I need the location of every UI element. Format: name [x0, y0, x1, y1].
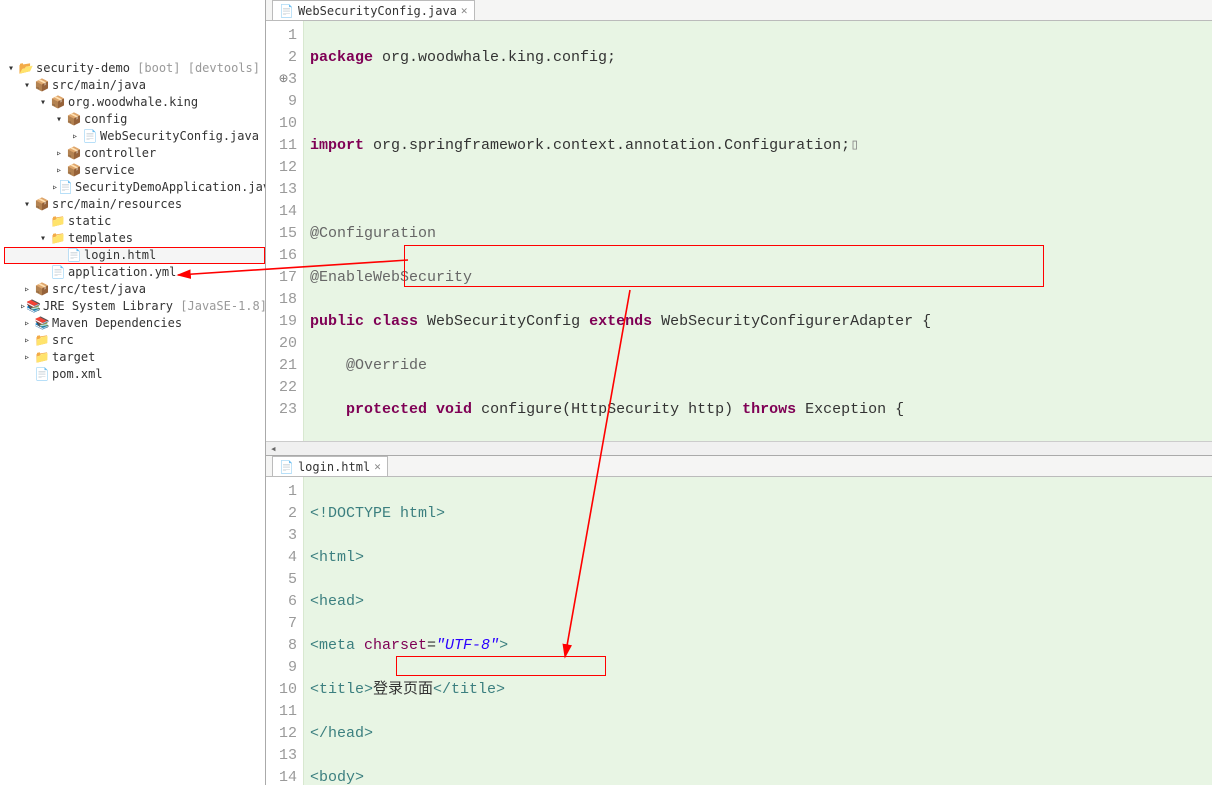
tree-controller-package[interactable]: ▹📦controller [4, 145, 265, 162]
tree-jre-library[interactable]: ▹📚 JRE System Library [JavaSE-1.8] [4, 298, 265, 315]
close-icon[interactable]: ✕ [374, 460, 381, 473]
editor-area: 📄 WebSecurityConfig.java ✕ 1 2 ⊕3 9 10 1… [265, 0, 1212, 785]
tree-templates-folder[interactable]: ▾📁templates [4, 230, 265, 247]
tab-websecurityconfig[interactable]: 📄 WebSecurityConfig.java ✕ [272, 0, 475, 20]
tabbar-bottom: 📄 login.html ✕ [266, 456, 1212, 477]
tab-label: login.html [298, 460, 370, 474]
tree-project-root[interactable]: ▾📂 security-demo [boot] [devtools] [4, 60, 265, 77]
html-file-icon: 📄 [279, 460, 294, 474]
code-java[interactable]: package org.woodwhale.king.config; impor… [304, 21, 1212, 441]
tree-base-package[interactable]: ▾📦org.woodwhale.king [4, 94, 265, 111]
close-icon[interactable]: ✕ [461, 4, 468, 17]
java-file-icon: 📄 [279, 4, 294, 18]
tree-pom-xml[interactable]: 📄pom.xml [4, 366, 265, 383]
tab-login-html[interactable]: 📄 login.html ✕ [272, 456, 388, 476]
tree-maven-deps[interactable]: ▹📚Maven Dependencies [4, 315, 265, 332]
tree-securitydemoapp[interactable]: ▹📄SecurityDemoApplication.java [4, 179, 265, 196]
tree-static-folder[interactable]: 📁static [4, 213, 265, 230]
tree-target-folder[interactable]: ▹📁target [4, 349, 265, 366]
tree-src-folder[interactable]: ▹📁src [4, 332, 265, 349]
editor-html[interactable]: 1 2 3 4 5 6 7 8 9 10 11 12 13 14 <!DOCTY… [266, 477, 1212, 785]
tree-service-package[interactable]: ▹📦service [4, 162, 265, 179]
tree-application-yml[interactable]: 📄application.yml [4, 264, 265, 281]
tree-src-main-java[interactable]: ▾📦src/main/java [4, 77, 265, 94]
editor-split-bottom: 📄 login.html ✕ 1 2 3 4 5 6 7 8 9 10 11 1… [266, 455, 1212, 785]
tree-src-main-resources[interactable]: ▾📦src/main/resources [4, 196, 265, 213]
tree-websecurityconfig[interactable]: ▹📄WebSecurityConfig.java [4, 128, 265, 145]
tree-src-test-java[interactable]: ▹📦src/test/java [4, 281, 265, 298]
tree-config-package[interactable]: ▾📦config [4, 111, 265, 128]
tree-label: security-demo [36, 60, 130, 77]
editor-java[interactable]: 1 2 ⊕3 9 10 11 12 13 14 15 16 17 18 19 2… [266, 21, 1212, 441]
tree-login-html[interactable]: 📄login.html [4, 247, 265, 264]
project-explorer[interactable]: ▾📂 security-demo [boot] [devtools] ▾📦src… [0, 0, 265, 785]
code-html[interactable]: <!DOCTYPE html> <html> <head> <meta char… [304, 477, 1212, 785]
tab-label: WebSecurityConfig.java [298, 4, 457, 18]
hscrollbar-java[interactable]: ◂ [266, 441, 1212, 455]
highlight-box-form-action [396, 656, 606, 676]
tree-decoration: [boot] [devtools] [137, 60, 260, 77]
gutter-html: 1 2 3 4 5 6 7 8 9 10 11 12 13 14 [266, 477, 304, 785]
tabbar-top: 📄 WebSecurityConfig.java ✕ [266, 0, 1212, 21]
gutter-java: 1 2 ⊕3 9 10 11 12 13 14 15 16 17 18 19 2… [266, 21, 304, 441]
